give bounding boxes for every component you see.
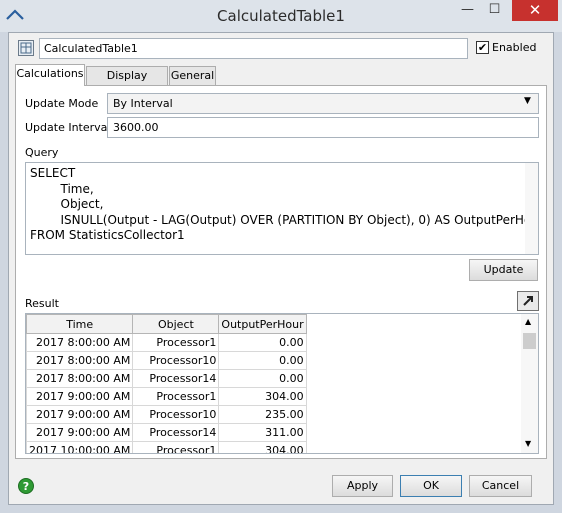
column-header-outputperhour[interactable]: OutputPerHour: [218, 314, 307, 334]
cancel-button[interactable]: Cancel: [469, 475, 532, 497]
minimize-button[interactable]: —: [454, 0, 481, 21]
column-header-time[interactable]: Time: [26, 314, 134, 334]
cell-object: Processor1: [132, 333, 220, 352]
scroll-down-icon[interactable]: ▼: [525, 439, 531, 448]
table-row[interactable]: 2017 9:00:00 AM Processor1 304.00: [26, 387, 307, 406]
cell-outputperhour: 235.00: [218, 405, 307, 424]
cell-outputperhour: 0.00: [218, 333, 307, 352]
scroll-up-icon[interactable]: ▲: [525, 317, 531, 326]
table-row[interactable]: 2017 9:00:00 AM Processor14 311.00: [26, 423, 307, 442]
query-scrollbar[interactable]: [525, 163, 538, 254]
tab-general[interactable]: General: [169, 66, 216, 86]
apply-button[interactable]: Apply: [332, 475, 393, 497]
cell-outputperhour: 0.00: [218, 351, 307, 370]
cell-time: 2017 8:00:00 AM: [26, 351, 134, 370]
cell-time: 2017 9:00:00 AM: [26, 387, 134, 406]
cell-outputperhour: 304.00: [218, 387, 307, 406]
scrollbar-thumb[interactable]: [523, 333, 536, 349]
ok-button[interactable]: OK: [400, 475, 462, 497]
cell-time: 2017 9:00:00 AM: [26, 423, 134, 442]
table-row[interactable]: 2017 10:00:00 AM Processor1 304.00: [26, 441, 307, 453]
cell-time: 2017 9:00:00 AM: [26, 405, 134, 424]
cell-object: Processor10: [132, 405, 220, 424]
tab-display-format[interactable]: Display Format: [86, 66, 168, 100]
name-input[interactable]: CalculatedTable1: [39, 38, 468, 59]
table-row[interactable]: 2017 8:00:00 AM Processor14 0.00: [26, 369, 307, 388]
table-row[interactable]: 2017 8:00:00 AM Processor1 0.00: [26, 333, 307, 352]
table-header-row: Time Object OutputPerHour: [26, 314, 307, 334]
tab-calculations[interactable]: Calculations: [15, 64, 85, 86]
calculated-table-icon: [18, 40, 34, 56]
chevron-down-icon: ▼: [524, 96, 531, 106]
result-table: Time Object OutputPerHour 2017 8:00:00 A…: [26, 314, 307, 453]
update-mode-select[interactable]: By Interval: [107, 93, 539, 114]
table-row[interactable]: 2017 8:00:00 AM Processor10 0.00: [26, 351, 307, 370]
update-button[interactable]: Update: [469, 259, 538, 281]
result-grid[interactable]: Time Object OutputPerHour 2017 8:00:00 A…: [25, 313, 539, 454]
query-label: Query: [25, 146, 59, 159]
help-icon[interactable]: ?: [18, 478, 34, 494]
cell-outputperhour: 0.00: [218, 369, 307, 388]
column-header-object[interactable]: Object: [132, 314, 220, 334]
result-label: Result: [25, 297, 59, 310]
cell-outputperhour: 304.00: [218, 441, 307, 453]
enabled-checkbox[interactable]: ✔: [476, 41, 489, 54]
update-interval-input[interactable]: 3600.00: [107, 117, 539, 138]
update-mode-label: Update Mode: [25, 97, 99, 110]
cell-time: 2017 8:00:00 AM: [26, 369, 134, 388]
cell-object: Processor1: [132, 441, 220, 453]
cell-outputperhour: 311.00: [218, 423, 307, 442]
cell-object: Processor14: [132, 423, 220, 442]
table-row[interactable]: 2017 9:00:00 AM Processor10 235.00: [26, 405, 307, 424]
query-editor[interactable]: SELECT Time, Object, ISNULL(Output - LAG…: [25, 162, 539, 255]
cell-object: Processor1: [132, 387, 220, 406]
close-button[interactable]: ✕: [512, 0, 558, 21]
update-interval-label: Update Interval: [25, 121, 111, 134]
expand-icon[interactable]: [517, 291, 539, 311]
cell-object: Processor10: [132, 351, 220, 370]
enabled-label: Enabled: [492, 41, 537, 54]
cell-object: Processor14: [132, 369, 220, 388]
cell-time: 2017 10:00:00 AM: [26, 441, 134, 453]
maximize-button[interactable]: ☐: [481, 0, 508, 21]
cell-time: 2017 8:00:00 AM: [26, 333, 134, 352]
